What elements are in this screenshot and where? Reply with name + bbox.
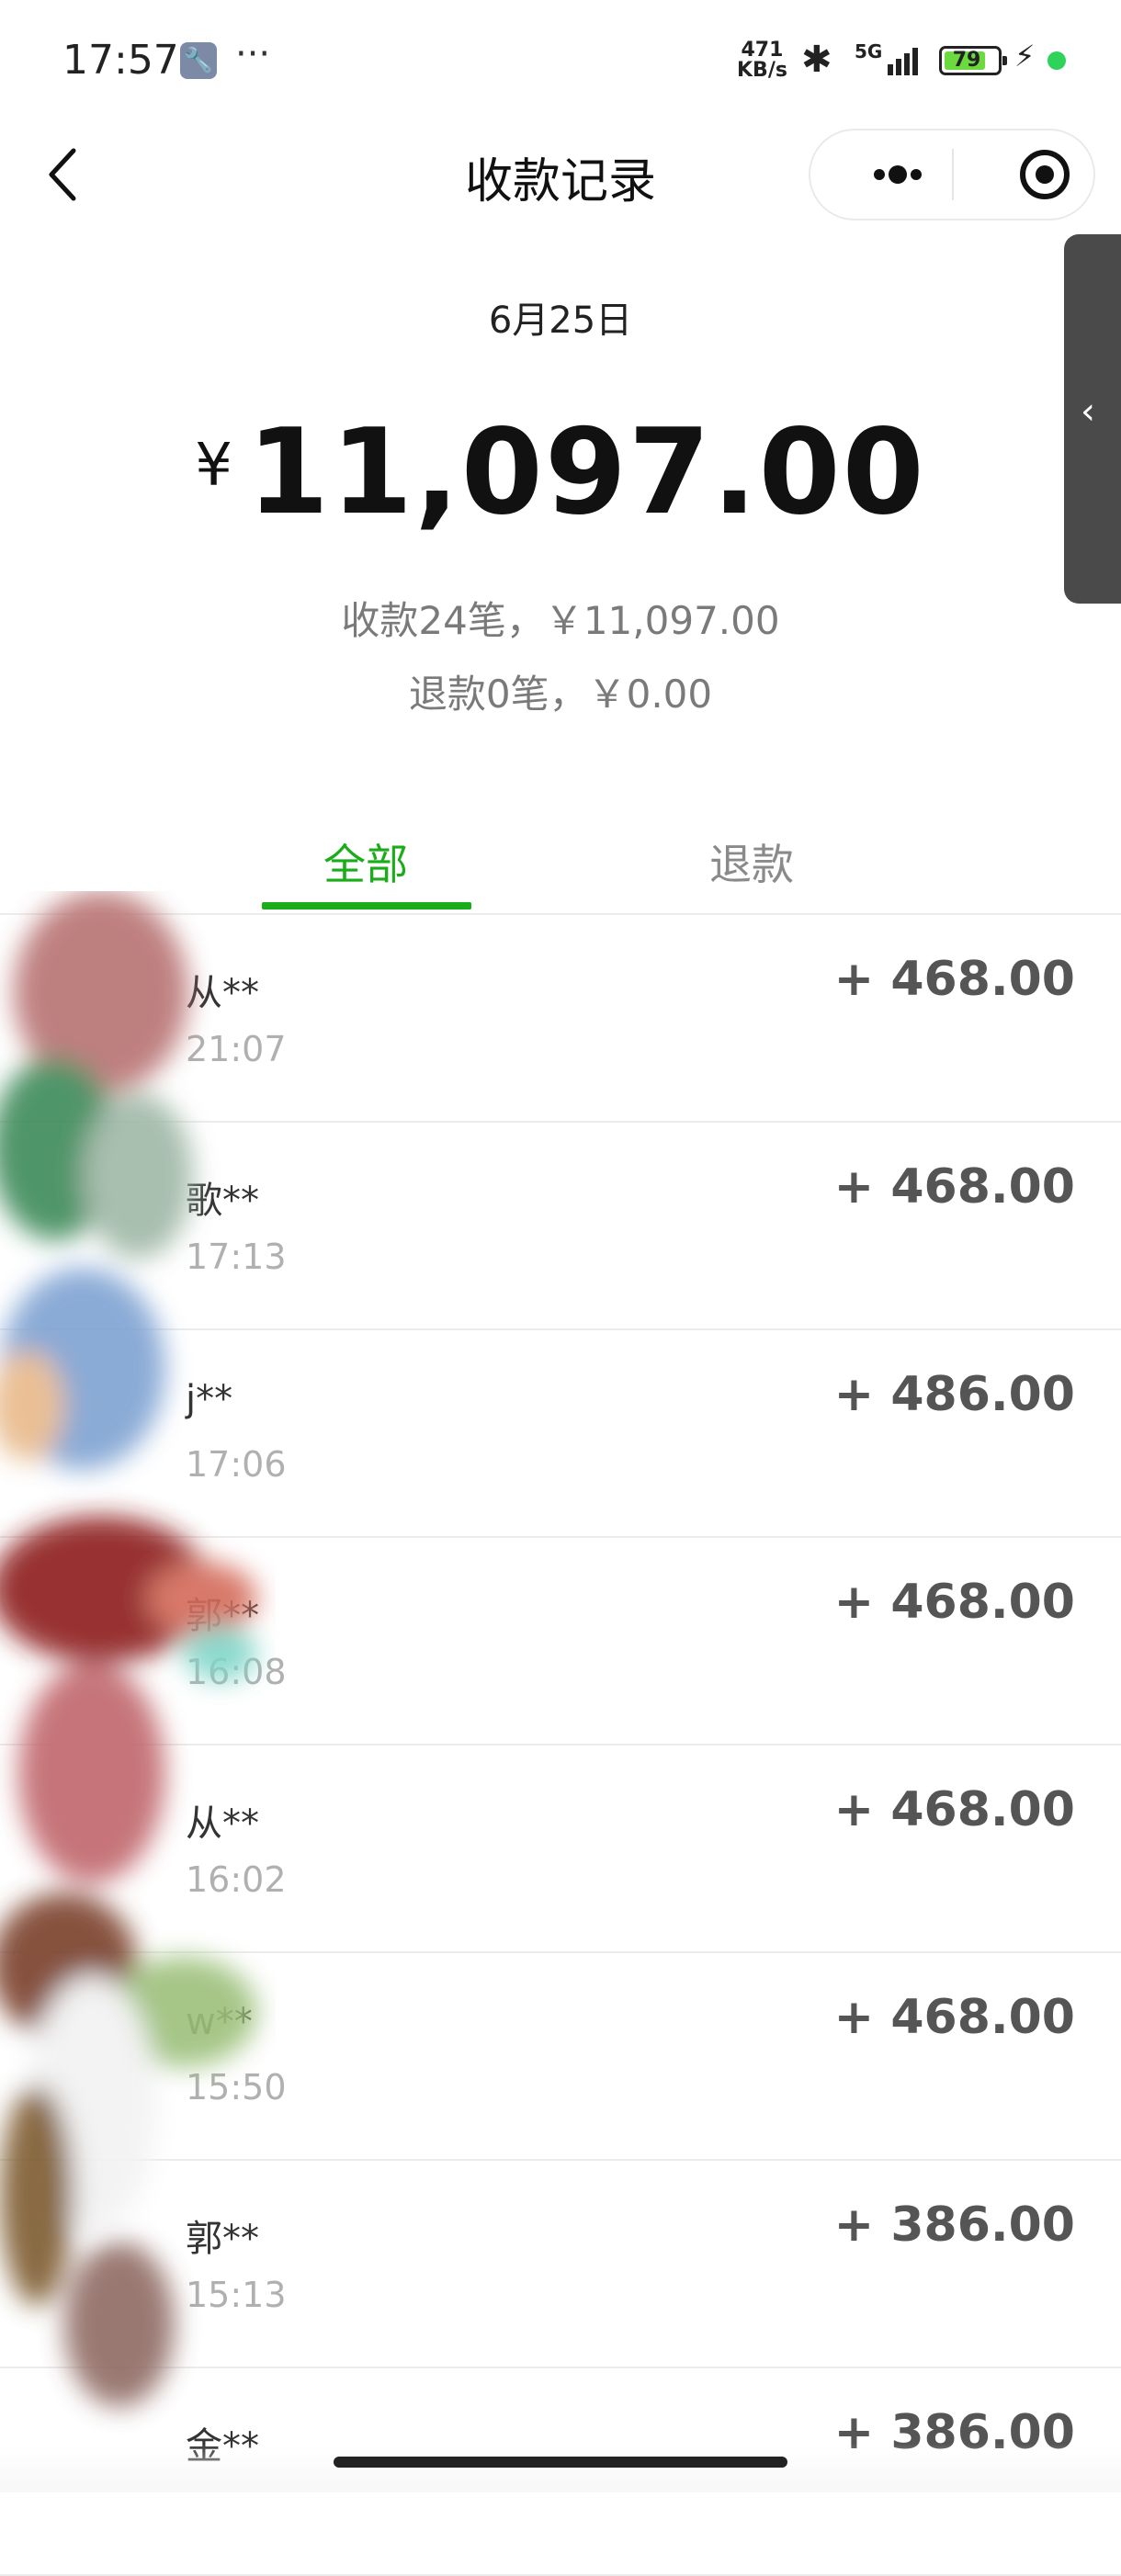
tab-refund[interactable]: 退款 (709, 831, 794, 892)
payment-amount: + 468.00 (833, 1575, 1075, 1630)
charging-icon: ⚡ (1014, 39, 1036, 73)
capsule-divider (952, 149, 954, 200)
payer-name: 从** (186, 972, 259, 1014)
network-speed-value: 471 (741, 39, 784, 62)
payer-name: 郭** (186, 2218, 259, 2260)
currency-symbol: ¥ (195, 432, 235, 500)
status-bar: 17:57 🔧 ··· 471 KB/s ✱ 5G 79 ⚡ (0, 0, 1121, 119)
payment-amount: + 486.00 (833, 1367, 1075, 1422)
record-date: 6月25日 (488, 299, 633, 342)
total-amount: ¥11,097.00 (0, 404, 1121, 541)
list-item[interactable]: 郭** 15:13 + 386.00 (0, 2161, 1121, 2368)
tab-all[interactable]: 全部 (323, 831, 408, 892)
signal-icon (888, 44, 924, 75)
wrench-icon: 🔧 (180, 42, 217, 79)
payment-amount: + 468.00 (833, 1159, 1075, 1215)
payment-time: 21:07 (186, 1029, 287, 1069)
list-item[interactable]: 郭** 16:08 + 468.00 (0, 1538, 1121, 1746)
payer-name: 郭** (186, 1595, 259, 1637)
payment-amount: + 468.00 (833, 1782, 1075, 1837)
bottom-fade (0, 2444, 1121, 2492)
payment-time: 16:02 (186, 1859, 287, 1900)
income-summary: 收款24笔，￥11,097.00 (341, 598, 780, 643)
list-item[interactable]: 从** 21:07 + 468.00 (0, 915, 1121, 1123)
battery-icon: 79 (939, 46, 1007, 75)
refund-summary: 退款0笔，￥0.00 (408, 672, 713, 717)
network-speed: 471 KB/s (737, 40, 787, 81)
status-time: 17:57 (62, 37, 179, 84)
payment-amount: + 468.00 (833, 1990, 1075, 2045)
miniprogram-capsule (809, 129, 1095, 220)
payment-time: 17:13 (186, 1237, 287, 1277)
total-value: 11,097.00 (247, 404, 926, 541)
list-item[interactable]: 歌** 17:13 + 468.00 (0, 1123, 1121, 1330)
payment-amount: + 468.00 (833, 952, 1075, 1007)
more-dots-icon (874, 165, 922, 184)
network-speed-unit: KB/s (737, 59, 787, 82)
bluetooth-icon: ✱ (801, 39, 832, 81)
payment-amount: + 386.00 (833, 2198, 1075, 2253)
more-notifications-icon: ··· (235, 33, 271, 75)
list-item[interactable]: w** 15:50 + 468.00 (0, 1953, 1121, 2161)
payer-name: 从** (186, 1802, 259, 1845)
list-item[interactable]: j** 17:06 + 486.00 (0, 1330, 1121, 1538)
payment-time: 15:50 (186, 2067, 287, 2107)
payer-name: 歌** (186, 1180, 259, 1222)
payer-name: j** (186, 1378, 233, 1420)
payer-name: w** (186, 2001, 253, 2043)
privacy-indicator-dot (1047, 51, 1066, 70)
list-item[interactable]: 从** 16:02 + 468.00 (0, 1746, 1121, 1953)
more-button[interactable] (847, 130, 948, 219)
tab-active-indicator (262, 902, 471, 910)
close-miniprogram-button[interactable] (994, 130, 1095, 219)
network-type: 5G (855, 40, 883, 62)
home-indicator[interactable] (334, 2457, 787, 2468)
payment-time: 17:06 (186, 1444, 287, 1485)
battery-level: 79 (952, 49, 981, 72)
target-icon (1020, 150, 1070, 199)
records-list: 从** 21:07 + 468.00 歌** 17:13 + 468.00 j*… (0, 915, 1121, 2576)
payment-time: 16:08 (186, 1652, 287, 1692)
payment-time: 15:13 (186, 2275, 287, 2315)
